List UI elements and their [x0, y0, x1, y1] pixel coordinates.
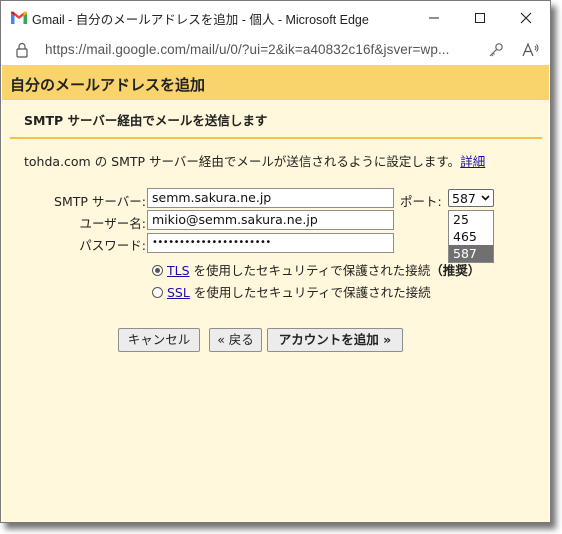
- add-account-button[interactable]: アカウントを追加 »: [267, 328, 403, 352]
- page-title: 自分のメールアドレスを追加: [10, 76, 206, 94]
- ssl-text: を使用したセキュリティで保護された接続: [189, 285, 431, 300]
- title-bar: Gmail - 自分のメールアドレスを追加 - 個人 - Microsoft E…: [1, 1, 550, 35]
- port-label: ポート:: [400, 194, 442, 209]
- port-option[interactable]: 465: [449, 228, 493, 245]
- port-option-selected[interactable]: 587: [449, 245, 493, 262]
- description: tohda.com の SMTP サーバー経由でメールが送信されるように設定しま…: [24, 151, 485, 170]
- maximize-button[interactable]: [457, 1, 503, 35]
- cancel-button[interactable]: キャンセル: [118, 328, 200, 352]
- details-link[interactable]: 詳細: [460, 154, 485, 169]
- section-divider: [10, 137, 542, 139]
- section-title: SMTP サーバー経由でメールを送信します: [24, 113, 268, 128]
- gmail-icon: [11, 11, 27, 24]
- close-icon: [520, 12, 532, 24]
- tls-option[interactable]: TLS を使用したセキュリティで保護された接続（推奨）: [152, 260, 480, 279]
- username-input[interactable]: mikio@semm.sakura.ne.jp: [147, 210, 394, 230]
- port-select[interactable]: 587: [448, 189, 494, 207]
- key-icon[interactable]: [488, 42, 504, 58]
- smtp-server-input[interactable]: semm.sakura.ne.jp: [147, 188, 394, 208]
- maximize-icon: [475, 13, 485, 23]
- tls-radio[interactable]: [152, 265, 163, 276]
- ssl-link[interactable]: SSL: [167, 285, 190, 300]
- password-label: パスワード:: [79, 238, 146, 253]
- port-selected-value: 587: [452, 191, 476, 206]
- url-text[interactable]: https://mail.google.com/mail/u/0/?ui=2&i…: [45, 42, 450, 57]
- port-dropdown-list[interactable]: 25 465 587: [448, 210, 494, 263]
- chevron-down-icon: [481, 195, 490, 201]
- port-option[interactable]: 25: [449, 211, 493, 228]
- recommended-label: （推奨）: [430, 263, 481, 278]
- minimize-button[interactable]: [411, 1, 457, 35]
- browser-window: Gmail - 自分のメールアドレスを追加 - 個人 - Microsoft E…: [0, 0, 551, 523]
- minimize-icon: [429, 17, 439, 19]
- smtp-server-label: SMTP サーバー:: [54, 194, 146, 209]
- read-aloud-icon[interactable]: [522, 42, 540, 58]
- lock-icon[interactable]: [15, 42, 29, 58]
- back-button[interactable]: « 戻る: [209, 328, 262, 352]
- ssl-option[interactable]: SSL を使用したセキュリティで保護された接続: [152, 282, 431, 301]
- tls-text: を使用したセキュリティで保護された接続: [189, 263, 431, 278]
- dialog-content: 自分のメールアドレスを追加 SMTP サーバー経由でメールを送信します tohd…: [2, 65, 549, 522]
- window-title: Gmail - 自分のメールアドレスを追加 - 個人 - Microsoft E…: [32, 13, 369, 27]
- tls-link[interactable]: TLS: [167, 263, 190, 278]
- close-button[interactable]: [503, 1, 549, 35]
- dialog-header: 自分のメールアドレスを追加: [2, 65, 549, 100]
- password-input[interactable]: ••••••••••••••••••••••: [147, 233, 394, 253]
- description-text: tohda.com の SMTP サーバー経由でメールが送信されるように設定しま…: [24, 154, 461, 169]
- username-label: ユーザー名:: [79, 216, 146, 231]
- address-bar[interactable]: https://mail.google.com/mail/u/0/?ui=2&i…: [1, 35, 550, 66]
- ssl-radio[interactable]: [152, 287, 163, 298]
